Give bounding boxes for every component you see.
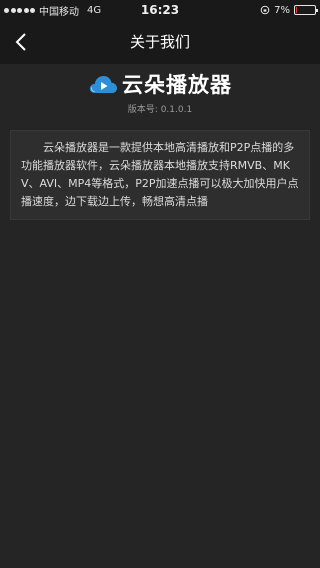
battery-icon [294,5,318,15]
app-name: 云朵播放器 [122,73,232,97]
app-description: 云朵播放器是一款提供本地高清播放和P2P点播的多功能播放器软件，云朵播放器本地播… [21,141,299,208]
status-bar: 中国移动 4G 16:23 7% [0,0,320,20]
battery-level-fill [296,7,297,13]
description-card: 云朵播放器是一款提供本地高清播放和P2P点播的多功能播放器软件，云朵播放器本地播… [10,130,310,220]
version-value: 0.1.0.1 [160,105,193,115]
cloud-play-icon [89,76,117,93]
page-title: 关于我们 [129,33,190,51]
battery-percent: 7% [274,4,290,16]
status-right: 7% [260,0,318,20]
app-logo: 云朵播放器 [0,68,320,100]
nav-bar: 关于我们 [0,20,320,64]
about-screen: 中国移动 4G 16:23 7% 关于我们 云朵播放器 版本号: 0.1.0.1… [0,0,320,568]
version-info: 版本号: 0.1.0.1 [0,102,320,115]
orientation-lock-icon [260,5,270,15]
version-label: 版本号: [127,105,158,115]
